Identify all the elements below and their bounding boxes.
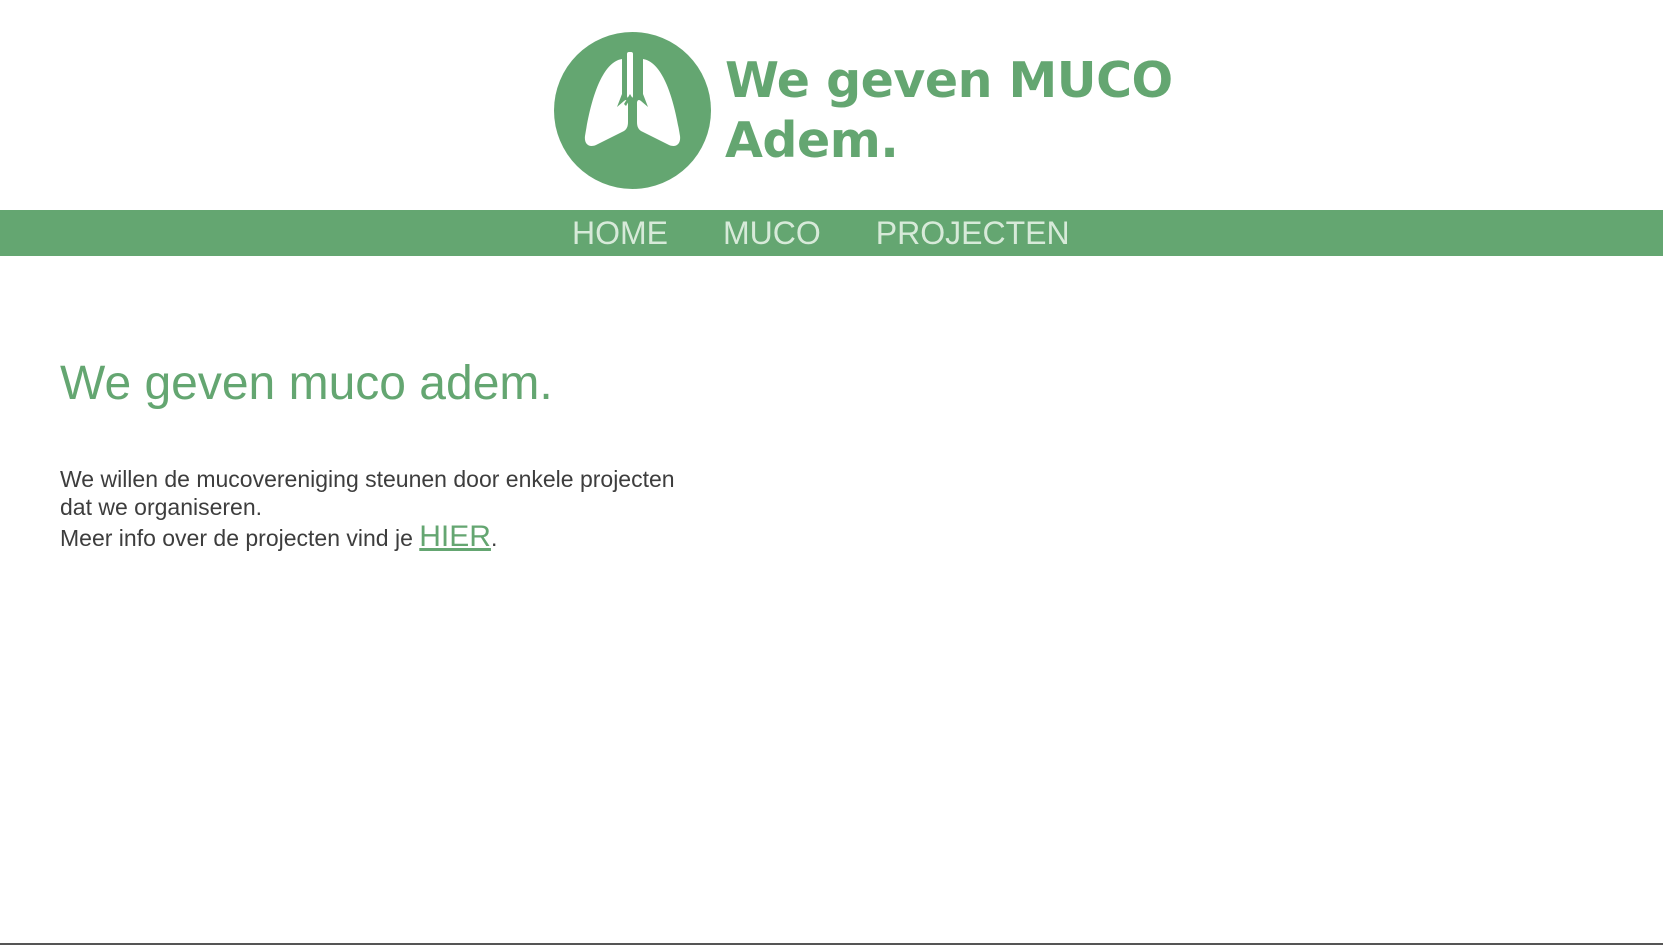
projects-link[interactable]: HIER xyxy=(419,520,491,553)
more-info-text: Meer info over de projecten vind je HIER… xyxy=(60,521,680,554)
more-info-prefix: Meer info over de projecten vind je xyxy=(60,525,420,551)
nav-menu: HOME MUCO PROJECTEN xyxy=(572,210,1070,256)
main-content: We geven muco adem. We willen de mucover… xyxy=(60,350,680,554)
nav-item-muco[interactable]: MUCO xyxy=(723,210,821,256)
intro-text: We willen de mucovereniging steunen door… xyxy=(60,466,675,520)
nav-item-home[interactable]: HOME xyxy=(572,210,668,256)
main-navigation: HOME MUCO PROJECTEN xyxy=(0,210,1663,256)
more-info-suffix: . xyxy=(490,525,498,551)
site-logo[interactable]: We geven MUCO Adem. xyxy=(554,32,1173,189)
brand-name: We geven MUCO Adem. xyxy=(725,51,1173,171)
site-header: We geven MUCO Adem. xyxy=(0,0,1663,210)
brand-line-1: We geven MUCO xyxy=(725,51,1173,109)
page-title: We geven muco adem. xyxy=(60,357,553,410)
nav-item-projecten[interactable]: PROJECTEN xyxy=(876,210,1070,256)
brand-line-2: Adem. xyxy=(725,111,899,169)
lungs-icon xyxy=(554,32,711,189)
